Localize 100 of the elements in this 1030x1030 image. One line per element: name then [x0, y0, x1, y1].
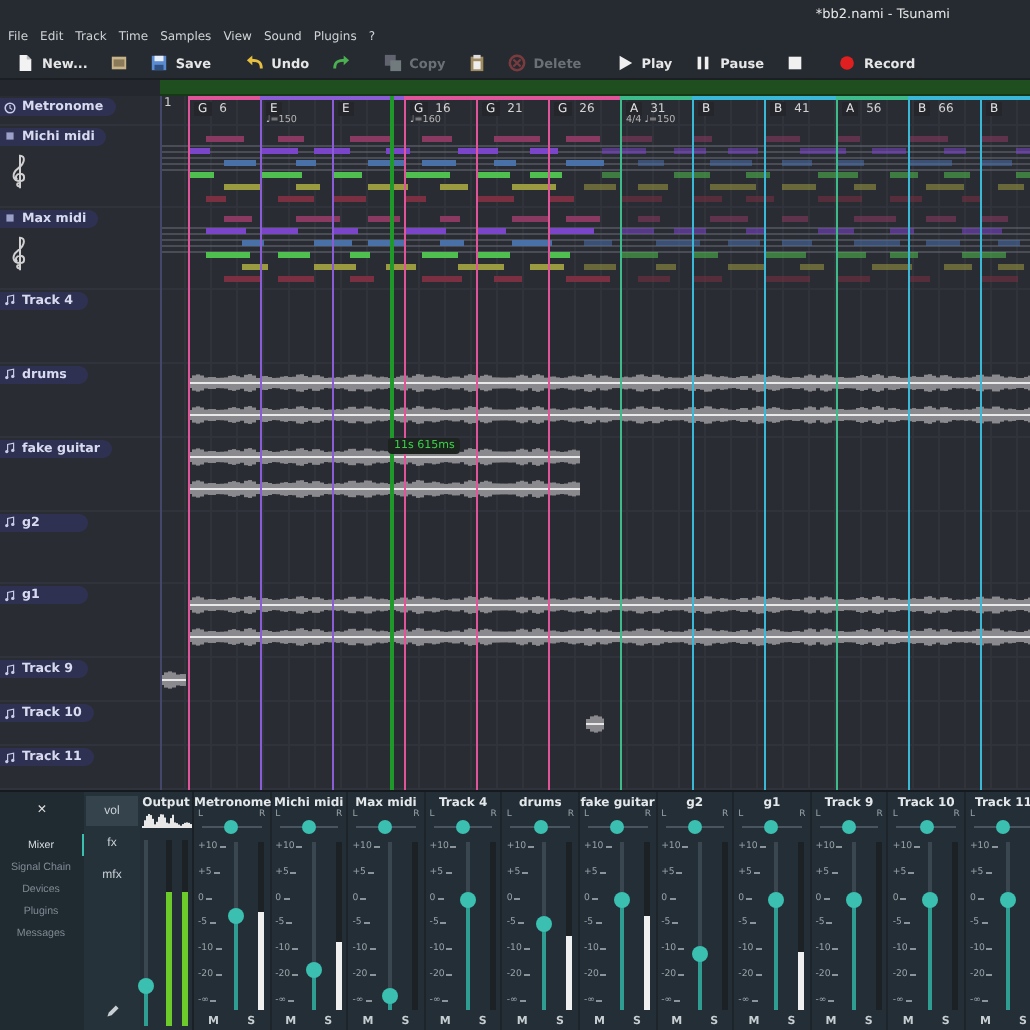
- music-note-icon: [4, 707, 16, 720]
- clock-icon: [4, 101, 16, 113]
- scale-tick: [522, 871, 529, 874]
- fader-thumb[interactable]: [305, 961, 322, 978]
- scale-tick: [753, 871, 760, 874]
- music-note-icon: [4, 294, 16, 307]
- document-icon: [16, 54, 34, 72]
- scale-tick: [836, 846, 843, 848]
- scale-tick: [519, 999, 526, 1002]
- fader-thumb[interactable]: [691, 946, 708, 963]
- scale-tick: [751, 999, 758, 1002]
- scale-tick: [828, 999, 835, 1002]
- scale-tick: [369, 974, 376, 977]
- pan-thumb[interactable]: [996, 820, 1011, 834]
- scale-tick: [908, 871, 915, 874]
- pan-thumb[interactable]: [919, 820, 934, 834]
- redo-arrow-icon: [331, 54, 350, 72]
- fader-thumb[interactable]: [536, 916, 553, 933]
- toolbar-icon-button[interactable]: [327, 52, 354, 74]
- scale-tick: [605, 846, 612, 848]
- scale-tick: [523, 974, 530, 977]
- music-note-icon: [4, 442, 16, 455]
- pan-thumb[interactable]: [378, 820, 393, 834]
- scale-tick: [755, 974, 762, 977]
- pan-thumb[interactable]: [610, 820, 625, 834]
- fader-thumb[interactable]: [768, 891, 785, 908]
- fader-thumb[interactable]: [459, 891, 476, 908]
- pan-thumb[interactable]: [533, 820, 548, 834]
- scale-tick: [982, 999, 989, 1002]
- pan-thumb[interactable]: [687, 820, 702, 834]
- scale-tick: [367, 871, 374, 874]
- waveform: [160, 665, 186, 694]
- scale-tick: [528, 846, 535, 848]
- scale-tick: [832, 974, 839, 977]
- scale-tick: [986, 974, 993, 977]
- pencil-icon: [105, 1004, 119, 1018]
- music-note-icon: [4, 368, 16, 381]
- music-note-icon: [4, 663, 16, 676]
- fader-thumb[interactable]: [228, 907, 244, 924]
- fader-track[interactable]: [697, 842, 702, 1010]
- square-icon: [4, 212, 16, 225]
- scale-tick: [599, 871, 606, 874]
- scale-tick: [985, 871, 992, 874]
- delete-icon: [507, 54, 526, 72]
- pan-thumb[interactable]: [301, 820, 316, 834]
- scale-tick: [445, 871, 452, 874]
- scale-tick: [210, 999, 217, 1002]
- scale-tick: [442, 999, 449, 1002]
- scale-tick: [213, 871, 220, 874]
- fader-thumb[interactable]: [845, 891, 862, 908]
- record-icon: [838, 54, 857, 72]
- fader-thumb[interactable]: [382, 988, 399, 1005]
- play-icon: [615, 54, 634, 72]
- fader-thumb[interactable]: [138, 978, 154, 995]
- scale-tick: [290, 871, 297, 874]
- scale-tick: [450, 846, 457, 848]
- scale-tick: [373, 846, 380, 848]
- scale-tick: [905, 999, 912, 1002]
- copy-icon: [383, 54, 402, 72]
- scale-tick: [292, 974, 299, 977]
- fader-thumb[interactable]: [922, 891, 939, 908]
- fader-track[interactable]: [1005, 842, 1010, 1010]
- music-note-icon: [4, 589, 16, 602]
- scale-tick: [914, 846, 921, 848]
- scale-tick: [288, 999, 295, 1002]
- scale-tick: [674, 999, 681, 1002]
- clipboard-icon: [467, 54, 486, 72]
- music-note-icon: [4, 751, 16, 764]
- fader-thumb[interactable]: [613, 891, 630, 908]
- playhead-line[interactable]: [390, 96, 394, 790]
- picture-icon: [109, 54, 128, 72]
- fader-thumb[interactable]: [999, 891, 1016, 908]
- fader-track[interactable]: [774, 842, 779, 1010]
- scale-tick: [759, 846, 766, 848]
- spectrum-icon: [141, 810, 191, 828]
- close-button[interactable]: ×: [33, 800, 51, 818]
- save-icon: [149, 54, 168, 72]
- scale-tick: [446, 974, 453, 977]
- pan-thumb[interactable]: [224, 820, 239, 834]
- scale-tick: [596, 999, 603, 1002]
- waveform: [586, 713, 604, 734]
- scale-tick: [365, 999, 372, 1002]
- scale-tick: [219, 846, 226, 848]
- pan-thumb[interactable]: [764, 820, 779, 834]
- fader-track[interactable]: [928, 842, 933, 1010]
- scale-tick: [600, 974, 607, 977]
- fader-track[interactable]: [619, 842, 624, 1010]
- scale-tick: [296, 846, 303, 848]
- fader-track[interactable]: [542, 842, 547, 1010]
- pause-icon: [694, 54, 713, 72]
- scale-tick: [676, 871, 683, 874]
- fader-track[interactable]: [465, 842, 470, 1010]
- scale-tick: [991, 846, 998, 848]
- square-icon: [4, 130, 16, 143]
- fader-track[interactable]: [851, 842, 856, 1010]
- scale-tick: [678, 974, 685, 977]
- scale-tick: [909, 974, 916, 977]
- pan-thumb[interactable]: [456, 820, 471, 834]
- pan-thumb[interactable]: [842, 820, 857, 834]
- scale-tick: [831, 871, 838, 874]
